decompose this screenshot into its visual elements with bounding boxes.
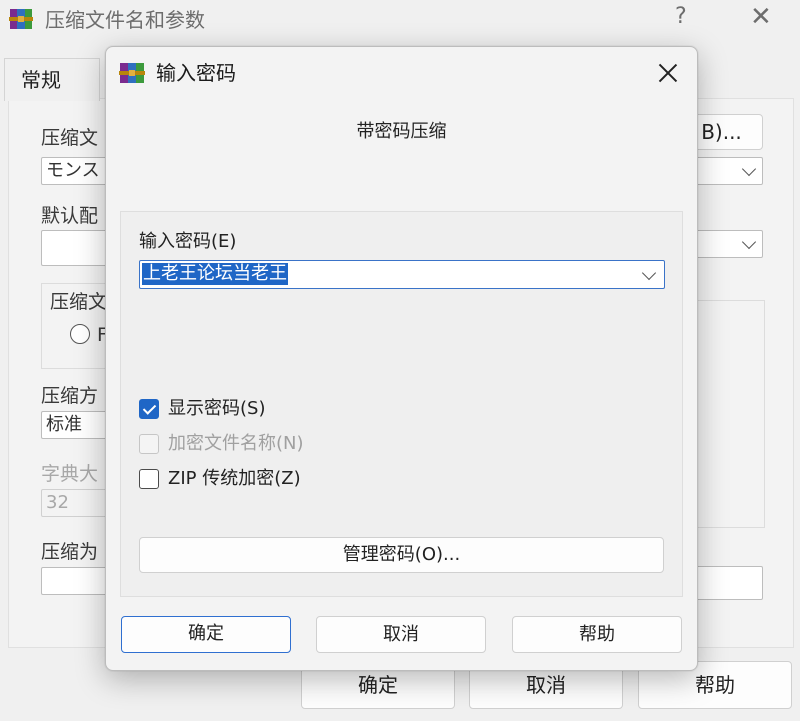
winrar-icon [8,6,34,32]
password-input[interactable]: 上老王论坛当老王 [139,260,665,289]
dialog-heading: 带密码压缩 [356,121,447,142]
help-icon[interactable]: ? [675,4,687,29]
close-icon[interactable]: ✕ [750,2,772,32]
chevron-down-icon [741,234,757,250]
dict-size-label: 字典大 [41,463,99,485]
password-button-area[interactable] [690,566,763,600]
window-title: 压缩文件名和参数 [45,8,205,32]
password-dialog: 输入密码 带密码压缩 输入密码(E) 上老王论坛当老王 显示密码(S) 加密文件… [105,46,698,671]
archive-name-label: 压缩文 [41,127,99,149]
help-button[interactable]: 帮助 [512,616,682,653]
cancel-button[interactable]: 取消 [316,616,486,653]
ok-button[interactable]: 确定 [121,616,291,653]
archive-name-combo-end[interactable] [690,157,763,185]
dialog-title: 输入密码 [156,61,236,85]
update-mode-combo[interactable] [690,230,763,258]
show-password-checkbox[interactable] [139,399,159,419]
zip-legacy-encryption-label[interactable]: ZIP 传统加密(Z) [168,468,301,490]
password-label: 输入密码(E) [139,231,237,252]
chevron-down-icon [741,161,757,177]
method-label: 压缩方 [41,385,99,407]
manage-passwords-button[interactable]: 管理密码(O)... [139,537,664,573]
format-radio[interactable] [70,324,90,344]
encrypt-filenames-checkbox [139,434,159,454]
zip-legacy-encryption-checkbox[interactable] [139,469,159,489]
archiving-options-group [690,300,765,528]
tab-general[interactable]: 常规 [4,58,100,101]
default-profile-label: 默认配 [41,205,99,227]
chevron-down-icon[interactable] [641,265,657,280]
close-icon[interactable] [654,59,682,87]
archive-format-label: 压缩文 [50,291,108,313]
winrar-icon [118,60,146,86]
encrypt-filenames-label: 加密文件名称(N) [168,433,304,454]
show-password-label[interactable]: 显示密码(S) [168,398,265,420]
password-value: 上老王论坛当老王 [142,263,288,285]
split-label: 压缩为 [41,541,99,563]
